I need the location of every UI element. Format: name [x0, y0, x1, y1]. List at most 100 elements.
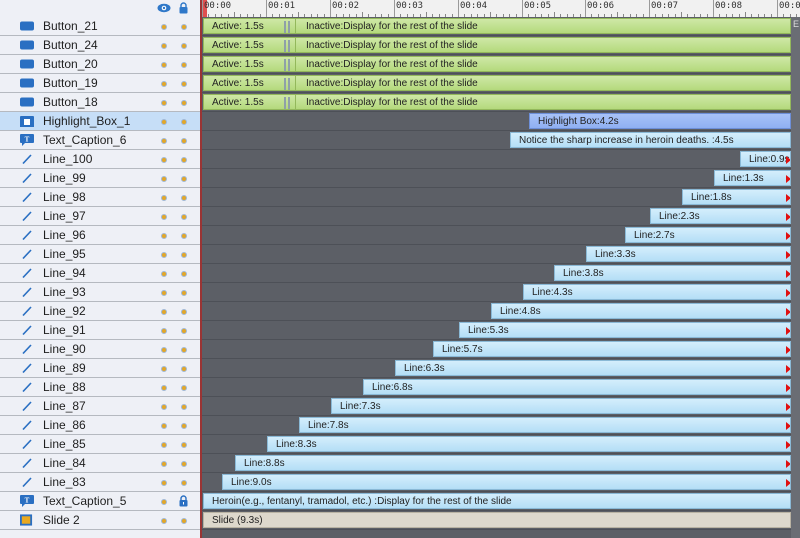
line-timing-bar[interactable]: Line:2.7s	[625, 227, 791, 243]
lock-toggle[interactable]	[181, 309, 187, 315]
time-ruler[interactable]: 00:00 00:01 00:02 00:03 00:04 00:05 00:06 00:07…	[202, 0, 800, 18]
visibility-toggle[interactable]	[161, 461, 167, 467]
visibility-toggle[interactable]	[161, 252, 167, 258]
line-timing-bar[interactable]: Line:6.3s	[395, 360, 791, 376]
visibility-toggle[interactable]	[161, 233, 167, 239]
visibility-toggle[interactable]	[161, 138, 167, 144]
layer-row[interactable]: Line_83	[0, 473, 200, 492]
layer-row[interactable]: Line_87	[0, 397, 200, 416]
button-timing-bar[interactable]: Active: 1.5s Inactive:Display for the res…	[203, 18, 791, 34]
lock-toggle[interactable]	[181, 480, 187, 486]
lock-toggle[interactable]	[181, 62, 187, 68]
layer-row[interactable]: Line_97	[0, 207, 200, 226]
visibility-toggle[interactable]	[161, 499, 167, 505]
visibility-toggle[interactable]	[161, 423, 167, 429]
button-timing-bar[interactable]: Active: 1.5s Inactive:Display for the res…	[203, 75, 791, 91]
eye-icon[interactable]	[157, 3, 171, 13]
vertical-scrollbar[interactable]	[791, 17, 800, 538]
lock-toggle[interactable]	[181, 81, 187, 87]
lock-toggle[interactable]	[181, 404, 187, 410]
visibility-toggle[interactable]	[161, 195, 167, 201]
lock-toggle[interactable]	[181, 328, 187, 334]
lock-toggle[interactable]	[181, 366, 187, 372]
layer-row[interactable]: Line_99	[0, 169, 200, 188]
button-timing-bar[interactable]: Active: 1.5s Inactive:Display for the res…	[203, 37, 791, 53]
caption-timing-bar[interactable]: Notice the sharp increase in heroin deat…	[510, 132, 791, 148]
visibility-toggle[interactable]	[161, 385, 167, 391]
line-timing-bar[interactable]: Line:7.8s	[299, 417, 791, 433]
line-timing-bar[interactable]: Line:8.3s	[267, 436, 791, 452]
lock-icon[interactable]	[179, 495, 188, 507]
visibility-toggle[interactable]	[161, 271, 167, 277]
line-timing-bar[interactable]: Line:4.8s	[491, 303, 791, 319]
line-timing-bar[interactable]: Line:9.0s	[222, 474, 791, 490]
layer-row[interactable]: Line_94	[0, 264, 200, 283]
layer-row[interactable]: Button_20	[0, 55, 200, 74]
layer-row[interactable]: Line_92	[0, 302, 200, 321]
visibility-toggle[interactable]	[161, 442, 167, 448]
line-timing-bar[interactable]: Line:4.3s	[523, 284, 791, 300]
lock-toggle[interactable]	[181, 100, 187, 106]
layer-row[interactable]: Line_91	[0, 321, 200, 340]
layer-row[interactable]: Button_18	[0, 93, 200, 112]
line-timing-bar[interactable]: Line:5.7s	[433, 341, 791, 357]
lock-toggle[interactable]	[181, 271, 187, 277]
pause-handle[interactable]	[284, 78, 292, 90]
lock-toggle[interactable]	[181, 43, 187, 49]
lock-toggle[interactable]	[181, 347, 187, 353]
layer-row[interactable]: Line_86	[0, 416, 200, 435]
layer-row[interactable]: Button_24	[0, 36, 200, 55]
lock-toggle[interactable]	[181, 214, 187, 220]
lock-toggle[interactable]	[181, 518, 187, 524]
layer-row[interactable]: Line_90	[0, 340, 200, 359]
layer-row[interactable]: Line_100	[0, 150, 200, 169]
lock-toggle[interactable]	[181, 290, 187, 296]
line-timing-bar[interactable]: Line:8.8s	[235, 455, 791, 471]
lock-toggle[interactable]	[181, 252, 187, 258]
highlight-timing-bar[interactable]: Highlight Box:4.2s	[529, 113, 791, 129]
line-timing-bar[interactable]: Line:1.8s	[682, 189, 791, 205]
visibility-toggle[interactable]	[161, 24, 167, 30]
lock-toggle[interactable]	[181, 385, 187, 391]
pause-handle[interactable]	[284, 40, 292, 52]
pause-handle[interactable]	[284, 21, 292, 33]
visibility-toggle[interactable]	[161, 176, 167, 182]
line-timing-bar[interactable]: Line:6.8s	[363, 379, 791, 395]
line-timing-bar[interactable]: Line:7.3s	[331, 398, 791, 414]
pause-handle[interactable]	[284, 59, 292, 71]
line-timing-bar[interactable]: Line:2.3s	[650, 208, 791, 224]
visibility-toggle[interactable]	[161, 480, 167, 486]
slide-timing-bar[interactable]: Slide (9.3s)	[203, 512, 791, 528]
layer-row[interactable]: Line_95	[0, 245, 200, 264]
layer-row[interactable]: Line_85	[0, 435, 200, 454]
visibility-toggle[interactable]	[161, 366, 167, 372]
lock-toggle[interactable]	[181, 423, 187, 429]
layer-row[interactable]: Button_19	[0, 74, 200, 93]
layer-row[interactable]: Line_88	[0, 378, 200, 397]
layer-row[interactable]: Line_93	[0, 283, 200, 302]
lock-toggle[interactable]	[181, 24, 187, 30]
layer-row[interactable]: Slide 2	[0, 511, 200, 530]
lock-icon[interactable]	[179, 2, 188, 14]
visibility-toggle[interactable]	[161, 81, 167, 87]
lock-toggle[interactable]	[181, 138, 187, 144]
line-timing-bar[interactable]: Line:0.9s	[740, 151, 791, 167]
lock-toggle[interactable]	[181, 157, 187, 163]
lock-toggle[interactable]	[181, 195, 187, 201]
visibility-toggle[interactable]	[161, 119, 167, 125]
line-timing-bar[interactable]: Line:1.3s	[714, 170, 791, 186]
layer-row[interactable]: T Text_Caption_6	[0, 131, 200, 150]
visibility-toggle[interactable]	[161, 328, 167, 334]
pause-handle[interactable]	[284, 97, 292, 109]
layer-row[interactable]: Highlight_Box_1	[0, 112, 200, 131]
button-timing-bar[interactable]: Active: 1.5s Inactive:Display for the res…	[203, 94, 791, 110]
lock-toggle[interactable]	[181, 233, 187, 239]
lock-toggle[interactable]	[181, 119, 187, 125]
caption-timing-bar[interactable]: Heroin(e.g., fentanyl, tramadol, etc.) :…	[203, 493, 791, 509]
line-timing-bar[interactable]: Line:3.3s	[586, 246, 791, 262]
visibility-toggle[interactable]	[161, 214, 167, 220]
lock-toggle[interactable]	[181, 176, 187, 182]
visibility-toggle[interactable]	[161, 309, 167, 315]
layer-row[interactable]: Line_84	[0, 454, 200, 473]
layer-row[interactable]: Button_21	[0, 17, 200, 36]
